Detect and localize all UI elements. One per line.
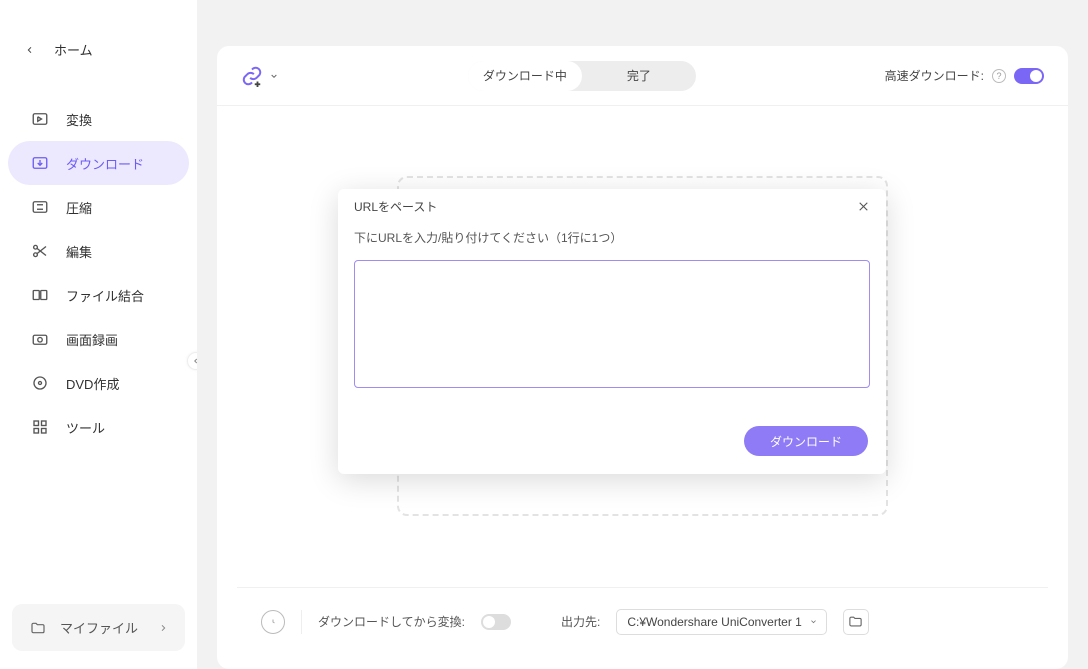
convert-icon xyxy=(30,109,50,129)
compress-icon xyxy=(30,197,50,217)
tab-downloading[interactable]: ダウンロード中 xyxy=(468,61,582,91)
output-label: 出力先: xyxy=(561,613,600,630)
folder-icon xyxy=(30,620,46,636)
convert-after-toggle[interactable] xyxy=(481,614,511,630)
sidebar-item-label: ファイル結合 xyxy=(66,286,144,305)
dialog-title: URLをペースト xyxy=(354,198,437,215)
add-link-button[interactable] xyxy=(241,65,279,87)
sidebar-item-dvd[interactable]: DVD作成 xyxy=(8,361,189,405)
tab-completed-label: 完了 xyxy=(627,67,651,84)
disc-icon xyxy=(30,373,50,393)
chevron-down-icon xyxy=(269,72,279,80)
history-icon[interactable] xyxy=(261,610,285,634)
download-button[interactable]: ダウンロード xyxy=(744,426,868,456)
download-icon xyxy=(30,153,50,173)
myfiles-button[interactable]: マイファイル xyxy=(12,604,185,651)
footer-bar: ダウンロードしてから変換: 出力先: C:¥Wondershare UniCon… xyxy=(237,587,1048,655)
sidebar: ホーム 変換 ダウンロード 圧縮 xyxy=(0,0,197,669)
dialog-close-button[interactable] xyxy=(857,200,870,213)
scissors-icon xyxy=(30,241,50,261)
home-label: ホーム xyxy=(54,40,93,59)
download-button-label: ダウンロード xyxy=(770,435,842,449)
sidebar-item-label: 画面録画 xyxy=(66,330,118,349)
dialog-subtitle: 下にURLを入力/貼り付けてください（1行に1つ） xyxy=(338,223,886,252)
sidebar-item-tools[interactable]: ツール xyxy=(8,405,189,449)
merge-icon xyxy=(30,285,50,305)
sidebar-item-label: DVD作成 xyxy=(66,374,119,393)
sidebar-item-record[interactable]: 画面録画 xyxy=(8,317,189,361)
paste-url-dialog: URLをペースト 下にURLを入力/貼り付けてください（1行に1つ） ダウンロー… xyxy=(338,189,886,474)
sidebar-item-label: 圧縮 xyxy=(66,198,92,217)
sidebar-item-convert[interactable]: 変換 xyxy=(8,97,189,141)
help-icon[interactable]: ? xyxy=(992,69,1006,83)
home-nav[interactable]: ホーム xyxy=(0,30,197,69)
sidebar-item-label: 編集 xyxy=(66,242,92,261)
sidebar-item-download[interactable]: ダウンロード xyxy=(8,141,189,185)
sidebar-item-label: ツール xyxy=(66,418,105,437)
tab-segment: ダウンロード中 完了 xyxy=(468,61,696,91)
sidebar-item-edit[interactable]: 編集 xyxy=(8,229,189,273)
link-plus-icon xyxy=(241,65,263,87)
tab-downloading-label: ダウンロード中 xyxy=(483,67,567,84)
chevron-down-icon xyxy=(809,618,818,625)
sidebar-item-label: 変換 xyxy=(66,110,92,129)
camera-icon xyxy=(30,329,50,349)
hsd-toggle[interactable] xyxy=(1014,68,1044,84)
hsd-label: 高速ダウンロード: xyxy=(885,67,984,84)
grid-icon xyxy=(30,417,50,437)
sidebar-item-compress[interactable]: 圧縮 xyxy=(8,185,189,229)
tab-completed[interactable]: 完了 xyxy=(582,61,696,91)
chevron-right-icon xyxy=(159,623,167,633)
sidebar-item-label: ダウンロード xyxy=(66,154,144,173)
myfiles-label: マイファイル xyxy=(60,618,138,637)
output-path-select[interactable]: C:¥Wondershare UniConverter 1 xyxy=(616,609,827,635)
chevron-left-icon xyxy=(22,42,38,58)
url-input[interactable] xyxy=(354,260,870,388)
convert-after-label: ダウンロードしてから変換: xyxy=(318,613,465,630)
open-folder-button[interactable] xyxy=(843,609,869,635)
sidebar-item-merge[interactable]: ファイル結合 xyxy=(8,273,189,317)
output-path-value: C:¥Wondershare UniConverter 1 xyxy=(627,615,802,629)
